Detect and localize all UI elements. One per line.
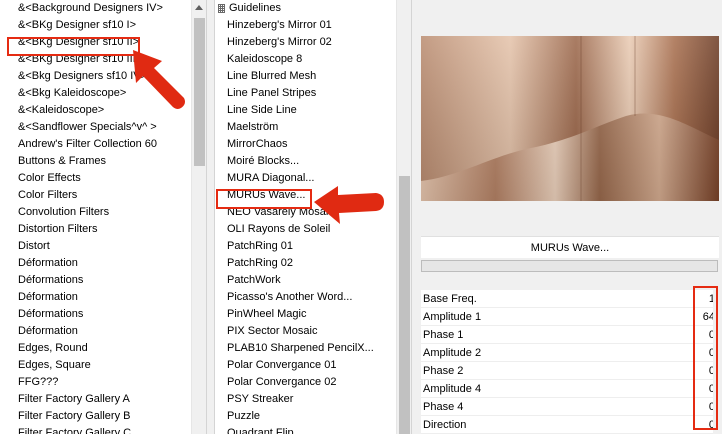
filter-item[interactable]: Hinzeberg's Mirror 02 — [215, 34, 398, 51]
filter-category-item[interactable]: Distort — [0, 238, 190, 255]
filter-item[interactable]: Polar Convergance 01 — [215, 357, 398, 374]
highlight-box-category — [7, 37, 140, 56]
parameter-label: Amplitude 1 — [423, 311, 482, 323]
parameter-row[interactable]: Phase 20 — [421, 362, 721, 380]
filter-item[interactable]: Maelström — [215, 119, 398, 136]
parameter-label: Amplitude 2 — [423, 347, 482, 359]
filter-item[interactable]: Line Panel Stripes — [215, 85, 398, 102]
filter-item[interactable]: Kaleidoscope 8 — [215, 51, 398, 68]
filter-category-item[interactable]: Filter Factory Gallery B — [0, 408, 190, 425]
filter-category-item[interactable]: Andrew's Filter Collection 60 — [0, 136, 190, 153]
filter-item[interactable]: PLAB10 Sharpened PencilX... — [215, 340, 398, 357]
filter-category-item[interactable]: Edges, Round — [0, 340, 190, 357]
filter-category-item[interactable]: &<Sandflower Specials^v^ > — [0, 119, 190, 136]
filter-category-item[interactable]: Color Filters — [0, 187, 190, 204]
filter-category-item[interactable]: Buttons & Frames — [0, 153, 190, 170]
filter-preview — [421, 36, 719, 201]
filter-category-item[interactable]: Filter Factory Gallery C — [0, 425, 190, 434]
pointer-arrow-icon — [314, 186, 384, 224]
filter-category-item[interactable]: Color Effects — [0, 170, 190, 187]
filter-category-item[interactable]: Convolution Filters — [0, 204, 190, 221]
filter-item[interactable]: Moiré Blocks... — [215, 153, 398, 170]
parameter-row[interactable]: Base Freq. 1 — [421, 290, 721, 308]
parameter-label: Phase 1 — [423, 329, 464, 341]
parameter-list: Base Freq. 1 Amplitude 1 64 Phase 1 0 Amplitud… — [421, 290, 721, 434]
filter-item[interactable]: Line Side Line — [215, 102, 398, 119]
filter-category-item[interactable]: Déformation — [0, 323, 190, 340]
category-scrollbar[interactable] — [191, 0, 206, 434]
filter-item[interactable]: Polar Convergance 02 — [215, 374, 398, 391]
parameter-row[interactable]: Amplitude 20 — [421, 344, 721, 362]
filter-category-item[interactable]: FFG??? — [0, 374, 190, 391]
filter-item[interactable]: Picasso's Another Word... — [215, 289, 398, 306]
parameter-label: Direction — [423, 419, 467, 431]
filter-category-item[interactable]: &<Background Designers IV> — [0, 0, 190, 17]
filter-item[interactable]: Puzzle — [215, 408, 398, 425]
filter-item[interactable]: PSY Streaker — [215, 391, 398, 408]
parameter-label: Phase 4 — [423, 401, 464, 413]
filter-category-item[interactable]: Déformations — [0, 272, 190, 289]
filter-item[interactable]: PatchRing 01 — [215, 238, 398, 255]
filter-category-item[interactable]: &<BKg Designer sf10 I> — [0, 17, 190, 34]
parameter-label: Base Freq. — [423, 293, 477, 305]
group-label: Guidelines — [229, 2, 281, 14]
filter-category-item[interactable]: Déformation — [0, 289, 190, 306]
filter-category-item[interactable]: Déformation — [0, 255, 190, 272]
category-scroll-thumb[interactable] — [194, 18, 205, 166]
filter-scrollbar[interactable] — [396, 0, 411, 434]
pointer-arrow-icon — [133, 50, 185, 109]
parameter-row[interactable]: Direction 0 — [421, 416, 721, 434]
parameter-label: Phase 2 — [423, 365, 464, 377]
filter-name-label: MURUs Wave... — [421, 236, 719, 258]
scroll-up-icon[interactable] — [195, 5, 203, 10]
filter-item[interactable]: PIX Sector Mosaic — [215, 323, 398, 340]
filter-category-item[interactable]: Filter Factory Gallery A — [0, 391, 190, 408]
parameter-row[interactable]: Phase 40 — [421, 398, 721, 416]
group-grid-icon — [218, 4, 225, 13]
parameter-label: Amplitude 4 — [423, 383, 482, 395]
filter-item[interactable]: PatchRing 02 — [215, 255, 398, 272]
progress-bar — [421, 260, 718, 272]
filter-category-item[interactable]: Déformations — [0, 306, 190, 323]
filter-item[interactable]: Quadrant Flip — [215, 425, 398, 434]
filter-item[interactable]: PatchWork — [215, 272, 398, 289]
list-group-header: Guidelines — [215, 0, 398, 17]
filter-item[interactable]: PinWheel Magic — [215, 306, 398, 323]
parameter-row[interactable]: Amplitude 40 — [421, 380, 721, 398]
filter-settings-panel: MURUs Wave... Base Freq. 1 Amplitude 1 64 Ph… — [414, 0, 722, 434]
filter-item[interactable]: MirrorChaos — [215, 136, 398, 153]
parameter-row[interactable]: Amplitude 1 64 — [421, 308, 721, 326]
filter-scroll-thumb[interactable] — [399, 176, 410, 434]
filter-item[interactable]: Hinzeberg's Mirror 01 — [215, 17, 398, 34]
filter-category-item[interactable]: Distortion Filters — [0, 221, 190, 238]
filter-category-item[interactable]: Edges, Square — [0, 357, 190, 374]
highlight-box-filter — [216, 189, 312, 209]
highlight-box-values — [693, 286, 718, 430]
filter-item[interactable]: Line Blurred Mesh — [215, 68, 398, 85]
preview-image — [421, 36, 719, 201]
parameter-row[interactable]: Phase 10 — [421, 326, 721, 344]
